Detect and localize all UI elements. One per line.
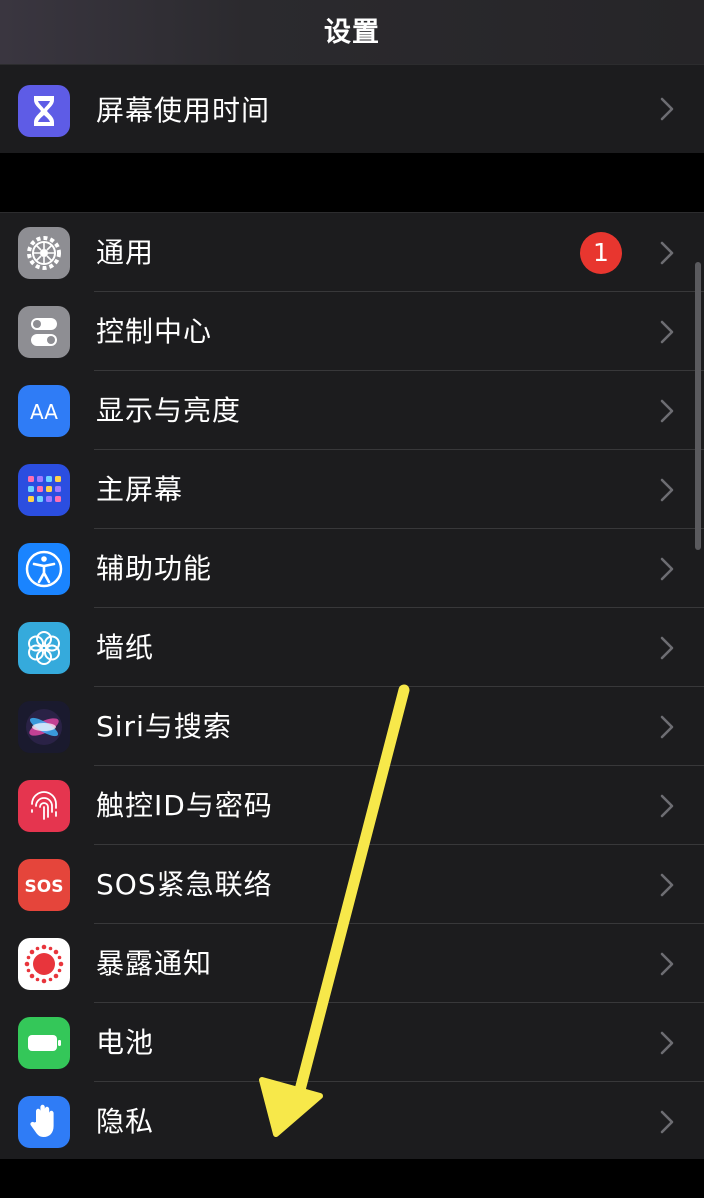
settings-row-screen-time[interactable]: 屏幕使用时间 (0, 65, 704, 153)
fingerprint-icon (18, 780, 70, 832)
settings-row-label: 电池 (96, 1026, 155, 1059)
text-size-icon: AA (18, 385, 70, 437)
settings-row-privacy[interactable]: 隐私 (0, 1082, 704, 1161)
chevron-right-icon (660, 450, 674, 529)
flower-icon (18, 622, 70, 674)
settings-row-label: 墙纸 (96, 631, 155, 664)
chevron-right-icon (660, 766, 674, 845)
hourglass-icon (18, 85, 70, 137)
page-title: 设置 (324, 17, 380, 48)
settings-row-accessibility[interactable]: 辅助功能 (0, 529, 704, 608)
gear-icon (18, 227, 70, 279)
settings-row-general[interactable]: 通用 1 (0, 213, 704, 292)
settings-group-screen-time: 屏幕使用时间 (0, 64, 704, 153)
settings-row-label: 屏幕使用时间 (96, 94, 271, 127)
settings-row-control-center[interactable]: 控制中心 (0, 292, 704, 371)
settings-row-label: 显示与亮度 (96, 394, 242, 427)
chevron-right-icon (660, 924, 674, 1003)
toggles-icon (18, 306, 70, 358)
chevron-right-icon (660, 845, 674, 924)
chevron-right-icon (660, 292, 674, 371)
settings-row-label: 辅助功能 (96, 552, 213, 585)
settings-row-touch-id[interactable]: 触控ID与密码 (0, 766, 704, 845)
chevron-right-icon (660, 608, 674, 687)
svg-text:SOS: SOS (25, 877, 64, 897)
settings-row-display[interactable]: AA 显示与亮度 (0, 371, 704, 450)
settings-group-general: 通用 1 控制中心 AA 显示与亮度 主屏幕 辅助功能 墙纸 Siri与搜索 触… (0, 212, 704, 1159)
settings-row-label: 通用 (96, 236, 155, 269)
settings-row-label: 触控ID与密码 (96, 789, 273, 822)
siri-icon (18, 701, 70, 753)
settings-row-battery[interactable]: 电池 (0, 1003, 704, 1082)
chevron-right-icon (660, 1003, 674, 1082)
settings-row-label: 隐私 (96, 1105, 155, 1138)
chevron-right-icon (660, 213, 674, 292)
settings-row-label: 暴露通知 (96, 947, 213, 980)
settings-row-wallpaper[interactable]: 墙纸 (0, 608, 704, 687)
accessibility-icon (18, 543, 70, 595)
battery-icon (18, 1017, 70, 1069)
chevron-right-icon (660, 371, 674, 450)
svg-text:AA: AA (30, 400, 58, 424)
settings-row-home-screen[interactable]: 主屏幕 (0, 450, 704, 529)
app-grid-icon (18, 464, 70, 516)
settings-row-exposure[interactable]: 暴露通知 (0, 924, 704, 1003)
exposure-icon (18, 938, 70, 990)
scrollbar[interactable] (695, 262, 701, 550)
nav-bar: 设置 (0, 0, 704, 64)
chevron-right-icon (660, 1082, 674, 1161)
settings-row-label: 控制中心 (96, 315, 213, 348)
notification-badge: 1 (580, 232, 622, 274)
settings-row-siri[interactable]: Siri与搜索 (0, 687, 704, 766)
chevron-right-icon (660, 65, 674, 153)
settings-row-label: Siri与搜索 (96, 710, 232, 743)
settings-row-label: 主屏幕 (96, 473, 184, 506)
hand-icon (18, 1096, 70, 1148)
sos-icon: SOS (18, 859, 70, 911)
settings-row-label: SOS紧急联络 (96, 868, 273, 901)
chevron-right-icon (660, 529, 674, 608)
chevron-right-icon (660, 687, 674, 766)
settings-row-sos[interactable]: SOS SOS紧急联络 (0, 845, 704, 924)
